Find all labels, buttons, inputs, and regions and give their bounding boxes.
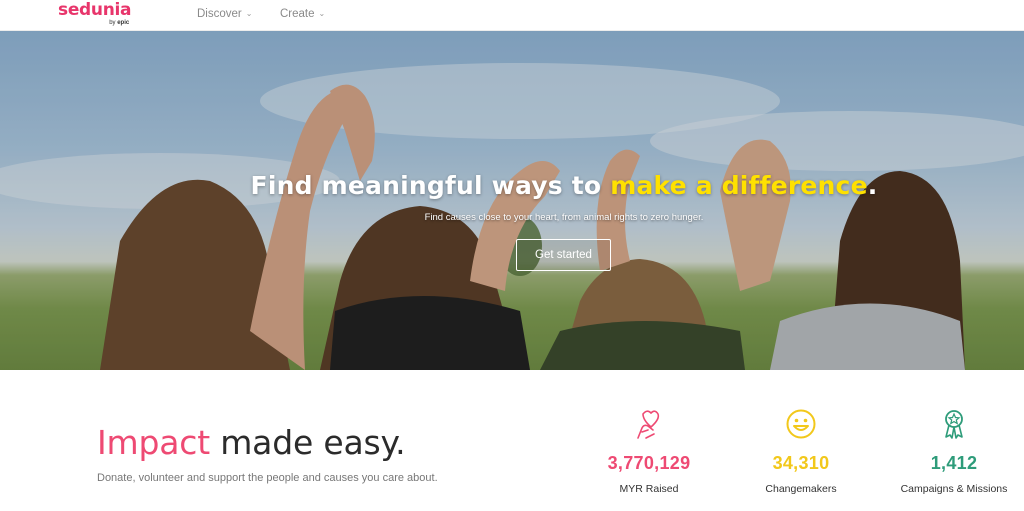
hero-headline: Find meaningful ways to make a differenc… <box>0 171 1024 200</box>
sedunia-logo[interactable]: sedunia by epic <box>58 0 132 27</box>
hero-headline-period: . <box>867 171 878 200</box>
stat-myr-label: MYR Raised <box>619 483 679 495</box>
award-badge-icon <box>945 410 963 439</box>
chevron-down-icon: ⌄ <box>318 8 326 18</box>
impact-heading-text: made easy. <box>209 423 406 462</box>
stat-myr-raised: 3,770,129 MYR Raised <box>569 408 729 495</box>
stat-campaigns-label: Campaigns & Missions <box>900 483 1008 495</box>
stat-campaigns: 1,412 Campaigns & Missions <box>874 408 1024 495</box>
impact-heading: Impact made easy. <box>97 423 406 462</box>
hero-headline-text: Find meaningful ways to <box>250 171 611 200</box>
get-started-button[interactable]: Get started <box>516 239 611 271</box>
stat-changemakers-value: 34,310 <box>772 453 830 473</box>
hero-banner: Find meaningful ways to make a differenc… <box>0 31 1024 370</box>
logo-byline: by epic <box>58 20 131 26</box>
stat-myr-value: 3,770,129 <box>607 453 691 473</box>
stat-changemakers-label: Changemakers <box>765 483 837 495</box>
logo-wordmark: sedunia <box>58 0 132 20</box>
logo-brand-text: epic <box>117 20 130 26</box>
hero-subtitle: Find causes close to your heart, from an… <box>424 212 704 223</box>
heart-hand-icon <box>637 410 660 439</box>
nav-create-label: Create <box>280 8 315 20</box>
top-navbar: sedunia by epic Discover ⌄ Create ⌄ <box>0 0 1024 31</box>
nav-discover-dropdown[interactable]: Discover ⌄ <box>197 8 252 20</box>
hero-dark-overlay <box>0 31 1024 370</box>
impact-description: Donate, volunteer and support the people… <box>97 472 438 484</box>
stat-campaigns-value: 1,412 <box>930 453 978 473</box>
nav-create-dropdown[interactable]: Create ⌄ <box>280 8 325 20</box>
impact-heading-highlight: Impact <box>97 423 210 462</box>
stat-changemakers: 34,310 Changemakers <box>721 408 881 495</box>
chevron-down-icon: ⌄ <box>245 8 253 18</box>
hero-headline-highlight: make a difference <box>610 171 868 200</box>
nav-discover-label: Discover <box>197 8 242 20</box>
logo-by-text: by <box>109 20 116 26</box>
smiley-icon <box>786 409 816 439</box>
